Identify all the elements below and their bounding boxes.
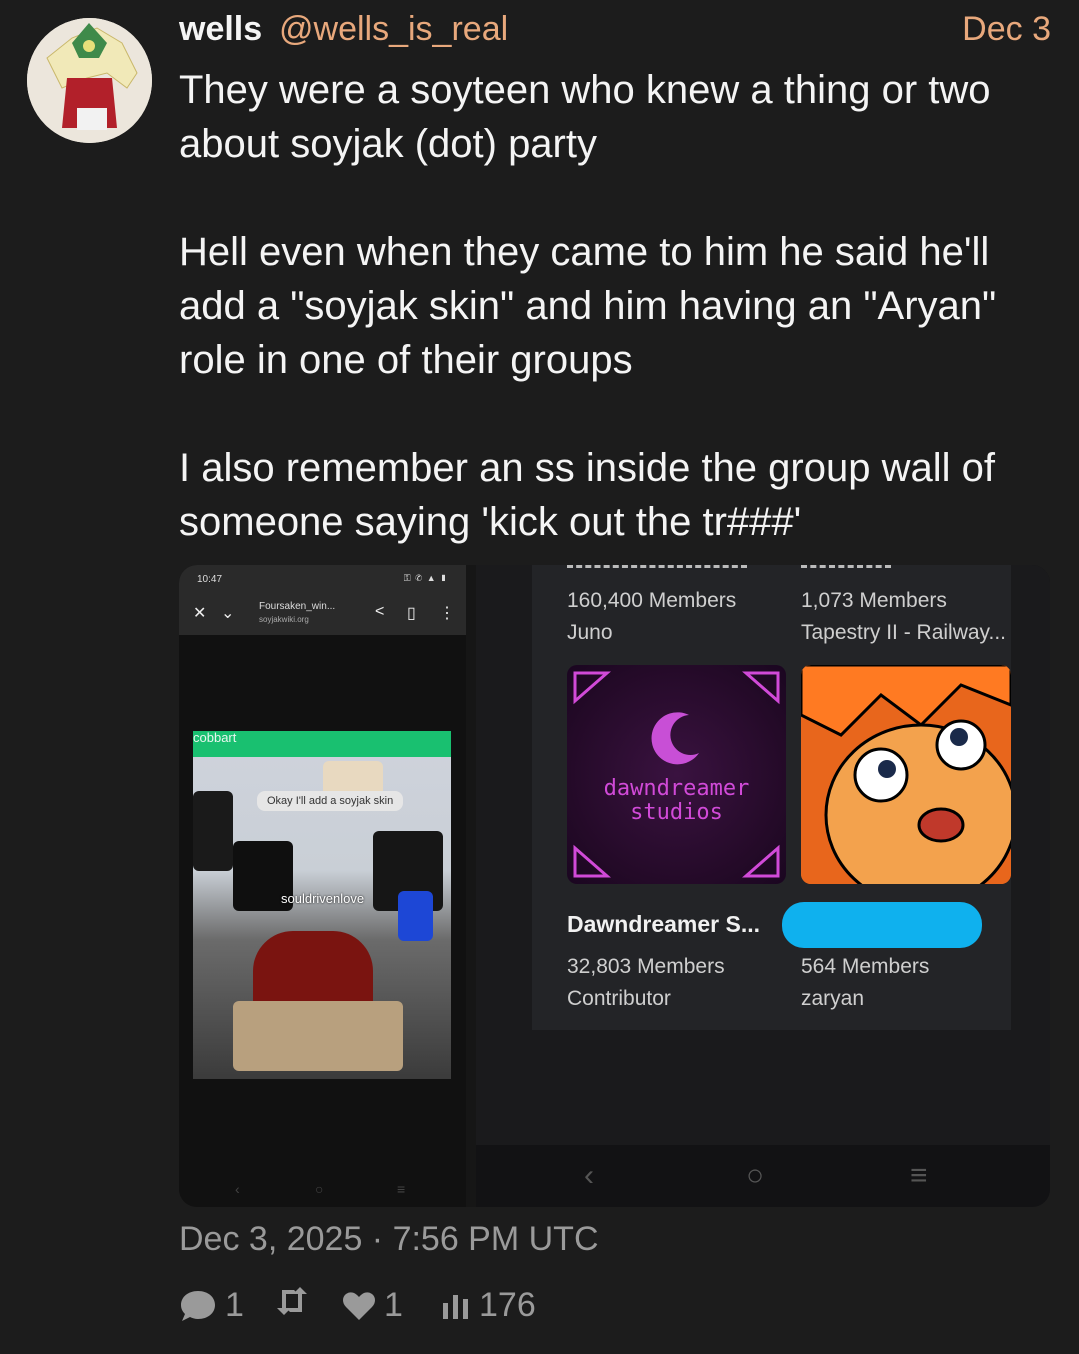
group-name[interactable]: Dawndreamer S... — [567, 911, 760, 938]
user-handle[interactable]: @wells_is_real — [279, 10, 508, 49]
group-tile-character[interactable] — [801, 665, 1011, 884]
retweet-icon — [277, 1287, 307, 1315]
group-owner: Contributor — [567, 987, 671, 1010]
display-name[interactable]: wells — [179, 10, 262, 49]
post-paragraph: Hell even when they came to him he said … — [179, 230, 997, 382]
post-text: They were a soyteen who knew a thing or … — [179, 63, 1049, 603]
group-members: 1,073 Members — [801, 589, 947, 612]
post-header: wells @wells_is_real Dec 3 — [179, 10, 1051, 54]
back-icon[interactable]: ‹ — [584, 1159, 594, 1193]
phone-screenshot-left: 10:47 ⚿ ✆ ▲ ▮ ✕ ⌄ Foursaken_win... soyja… — [179, 565, 466, 1207]
cartoon-face-icon — [801, 665, 1011, 884]
group-owner: Tapestry II - Railway... — [801, 621, 1006, 644]
bookmark-icon[interactable]: ▯ — [407, 603, 416, 623]
group-members: 160,400 Members — [567, 589, 737, 612]
status-bar: 10:47 ⚿ ✆ ▲ ▮ — [179, 565, 466, 593]
status-time: 10:47 — [197, 574, 223, 585]
bar-chart-icon — [443, 1294, 468, 1319]
groups-panel: 160,400 Members Juno 1,073 Members Tapes… — [532, 565, 1011, 1030]
close-icon[interactable]: ✕ — [193, 603, 206, 623]
more-icon[interactable]: ⋮ — [439, 603, 455, 623]
home-icon[interactable]: ○ — [746, 1159, 764, 1193]
like-count: 1 — [384, 1286, 403, 1324]
cut-text — [567, 565, 747, 568]
post-timestamp[interactable]: Dec 3, 2025 · 7:56 PM UTC — [179, 1220, 599, 1259]
group-members: 564 Members — [801, 955, 930, 978]
character-body — [193, 791, 233, 871]
share-icon[interactable]: < — [375, 603, 384, 621]
media-attachment[interactable]: 10:47 ⚿ ✆ ▲ ▮ ✕ ⌄ Foursaken_win... soyja… — [179, 565, 1050, 1207]
post-date[interactable]: Dec 3 — [962, 10, 1051, 49]
character-body — [398, 891, 433, 941]
group-tile-dawndreamer[interactable]: dawndreamer studios — [567, 665, 786, 884]
android-nav-bar: ‹ ○ ≡ — [179, 1175, 466, 1207]
bench — [233, 1001, 403, 1071]
views-button[interactable]: 176 — [441, 1286, 536, 1325]
avatar-image — [27, 18, 152, 143]
game-screenshot: cobbart Okay I'll add a soyjak skin soul… — [193, 731, 451, 1079]
home-icon[interactable]: ○ — [315, 1181, 323, 1197]
chat-bubble: Okay I'll add a soyjak skin — [257, 791, 404, 811]
recents-icon[interactable]: ≡ — [397, 1181, 405, 1197]
view-count: 176 — [479, 1286, 536, 1324]
recents-icon[interactable]: ≡ — [910, 1159, 928, 1193]
group-owner: Juno — [567, 621, 613, 644]
like-button[interactable]: 1 — [342, 1286, 403, 1325]
group-members: 32,803 Members — [567, 955, 725, 978]
avatar[interactable] — [27, 18, 152, 143]
tile-frame-icon — [573, 671, 780, 878]
reply-button[interactable]: 1 — [179, 1286, 244, 1325]
chevron-down-icon[interactable]: ⌄ — [221, 603, 234, 623]
browser-toolbar: ✕ ⌄ Foursaken_win... soyjakwiki.org < ▯ … — [179, 593, 466, 635]
player-name: souldrivenlove — [281, 891, 365, 906]
browser-url: soyjakwiki.org — [259, 615, 309, 624]
player-name: cobbart — [193, 731, 237, 745]
post-paragraph: I also remember an ss inside the group w… — [179, 446, 995, 544]
android-nav-bar: ‹ ○ ≡ — [476, 1145, 1050, 1207]
post-paragraph: They were a soyteen who knew a thing or … — [179, 68, 991, 166]
back-icon[interactable]: ‹ — [235, 1181, 240, 1197]
browser-page-title: Foursaken_win... — [259, 601, 336, 612]
repost-button[interactable] — [274, 1286, 318, 1316]
signal-icons: ⚿ ✆ ▲ ▮ — [403, 573, 448, 583]
reply-count: 1 — [225, 1286, 244, 1324]
heart-icon — [343, 1291, 375, 1320]
tile-text: dawndreamer — [603, 776, 750, 801]
group-owner: zaryan — [801, 987, 865, 1010]
redaction-scribble — [782, 902, 982, 948]
phone-screenshot-right: 160,400 Members Juno 1,073 Members Tapes… — [476, 565, 1050, 1207]
tile-text: studios — [630, 800, 723, 825]
comment-icon — [181, 1290, 215, 1321]
cut-text — [801, 565, 891, 568]
